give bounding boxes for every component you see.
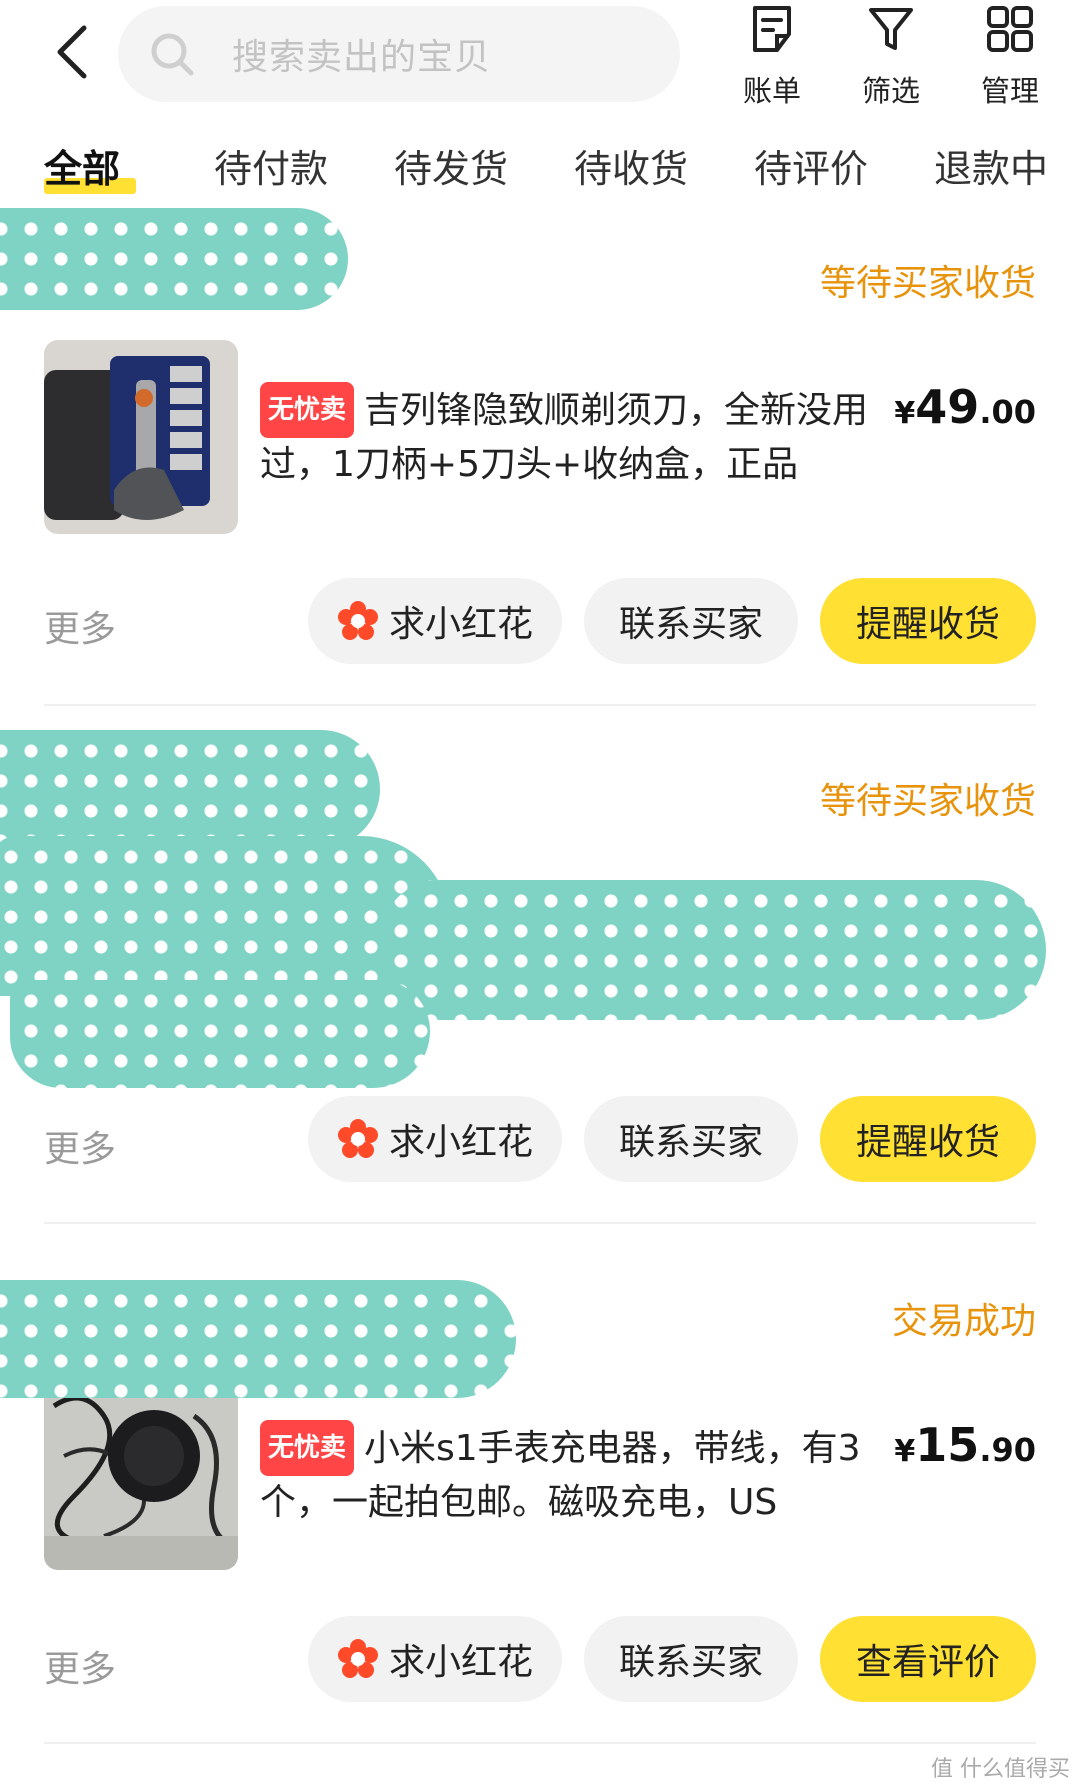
filter-button[interactable]: 筛选 bbox=[843, 4, 939, 110]
ask-flower-label: 求小红花 bbox=[388, 1642, 533, 1683]
order-status: 等待买家收货 bbox=[819, 781, 1036, 822]
remind-receipt-button[interactable]: 提醒收货 bbox=[820, 1096, 1036, 1182]
product-title[interactable]: 无忧卖 吉列锋隐致顺剃须刀，全新没用过，1刀柄+5刀头+收纳盒，正品 bbox=[260, 382, 880, 492]
order-status: 等待买家收货 bbox=[819, 263, 1036, 304]
tab-pending-review[interactable]: 待评价 bbox=[754, 138, 868, 193]
ask-flower-button[interactable]: 求小红花 bbox=[308, 1616, 562, 1702]
filter-label: 筛选 bbox=[861, 74, 920, 108]
contact-buyer-button[interactable]: 联系买家 bbox=[584, 578, 798, 664]
ask-flower-button[interactable]: 求小红花 bbox=[308, 1096, 562, 1182]
ask-flower-label: 求小红花 bbox=[388, 604, 533, 645]
tab-pending-receipt[interactable]: 待收货 bbox=[574, 138, 688, 193]
ask-flower-label: 求小红花 bbox=[388, 1122, 533, 1163]
search-placeholder: 搜索卖出的宝贝 bbox=[232, 37, 492, 78]
manage-button[interactable]: 管理 bbox=[962, 4, 1058, 110]
bill-button[interactable]: 账单 bbox=[724, 4, 820, 110]
worry-free-badge: 无忧卖 bbox=[260, 1420, 355, 1476]
red-flower-icon bbox=[337, 1119, 378, 1158]
redaction-mask bbox=[0, 730, 380, 848]
remind-receipt-button[interactable]: 提醒收货 bbox=[820, 578, 1036, 664]
product-price: ¥15.90 bbox=[894, 1418, 1036, 1472]
price-integer: 15 bbox=[915, 1418, 980, 1472]
product-price: ¥49.00 bbox=[894, 380, 1036, 434]
redaction-mask bbox=[0, 208, 348, 310]
tab-all[interactable]: 全部 bbox=[44, 138, 120, 193]
view-review-button[interactable]: 查看评价 bbox=[820, 1616, 1036, 1702]
watermark-text: 值 什么值得买 bbox=[931, 1757, 1070, 1782]
red-flower-icon bbox=[337, 1639, 378, 1678]
razor-product-image bbox=[44, 340, 238, 534]
product-title[interactable]: 无忧卖 小米s1手表充电器，带线，有3个，一起拍包邮。磁吸充电，US bbox=[260, 1420, 880, 1530]
worry-free-badge: 无忧卖 bbox=[260, 382, 355, 438]
redaction-mask bbox=[380, 880, 1046, 1020]
redaction-mask bbox=[0, 1280, 516, 1398]
more-link[interactable]: 更多 bbox=[44, 1120, 116, 1172]
contact-buyer-button[interactable]: 联系买家 bbox=[584, 1096, 798, 1182]
filter-icon bbox=[869, 8, 913, 50]
contact-buyer-button[interactable]: 联系买家 bbox=[584, 1616, 798, 1702]
product-thumbnail[interactable] bbox=[44, 340, 238, 534]
tab-refunding[interactable]: 退款中 bbox=[934, 138, 1048, 193]
search-input[interactable]: 搜索卖出的宝贝 bbox=[118, 6, 680, 102]
bill-icon bbox=[753, 6, 791, 52]
bill-label: 账单 bbox=[742, 74, 801, 108]
price-integer: 49 bbox=[915, 380, 980, 434]
order-divider bbox=[44, 1222, 1036, 1224]
product-thumbnail[interactable] bbox=[44, 1376, 238, 1570]
search-icon bbox=[151, 33, 194, 76]
tab-pending-payment[interactable]: 待付款 bbox=[214, 138, 328, 193]
tab-pending-shipment[interactable]: 待发货 bbox=[394, 138, 508, 193]
red-flower-icon bbox=[337, 601, 378, 640]
charger-product-image bbox=[44, 1376, 238, 1570]
back-button[interactable] bbox=[44, 22, 104, 82]
chevron-left-icon bbox=[57, 25, 87, 79]
manage-label: 管理 bbox=[980, 74, 1039, 108]
more-link[interactable]: 更多 bbox=[44, 1640, 116, 1692]
order-divider bbox=[44, 1742, 1036, 1744]
grid-icon bbox=[987, 6, 1033, 52]
order-status: 交易成功 bbox=[891, 1301, 1036, 1342]
price-decimal: .00 bbox=[979, 393, 1036, 431]
price-decimal: .90 bbox=[979, 1431, 1036, 1469]
redaction-mask bbox=[10, 980, 430, 1088]
price-currency: ¥ bbox=[894, 396, 916, 431]
ask-flower-button[interactable]: 求小红花 bbox=[308, 578, 562, 664]
more-link[interactable]: 更多 bbox=[44, 600, 116, 652]
price-currency: ¥ bbox=[894, 1434, 916, 1469]
order-divider bbox=[44, 704, 1036, 706]
